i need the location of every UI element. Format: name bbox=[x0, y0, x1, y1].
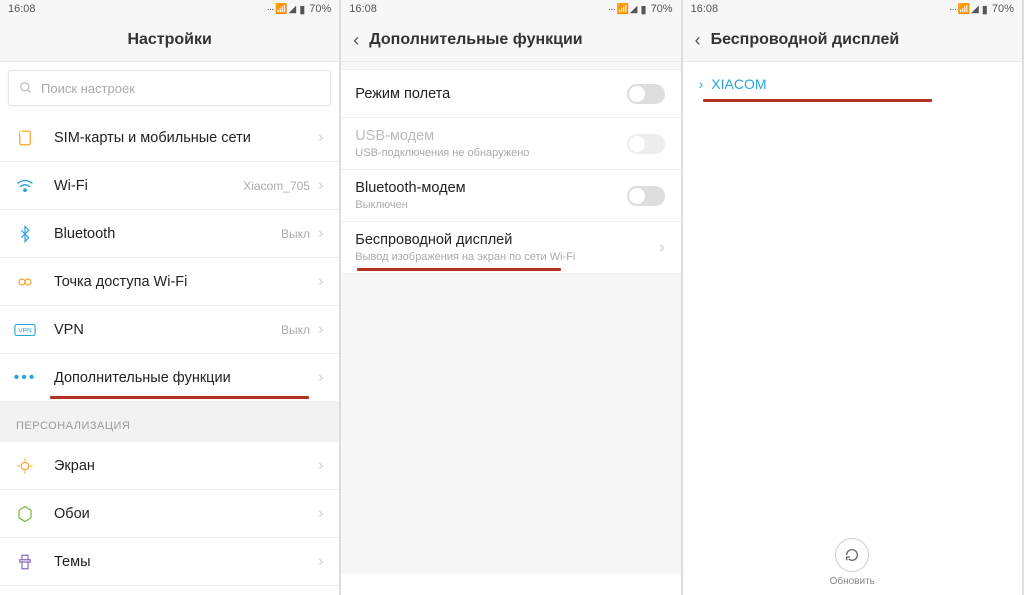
search-placeholder: Поиск настроек bbox=[41, 81, 135, 96]
refresh-icon bbox=[844, 547, 860, 563]
row-label: Экран bbox=[54, 458, 318, 474]
refresh-button[interactable] bbox=[835, 538, 869, 572]
chevron-right-icon: › bbox=[318, 129, 323, 147]
chevron-right-icon: › bbox=[318, 225, 323, 243]
row-value: Выкл bbox=[281, 323, 310, 337]
chevron-right-icon: › bbox=[318, 177, 323, 195]
row-wifi[interactable]: Wi-Fi Xiacom_705 › bbox=[0, 162, 339, 210]
chevron-right-icon: › bbox=[318, 457, 323, 475]
row-themes[interactable]: Темы › bbox=[0, 538, 339, 586]
refresh-label: Обновить bbox=[830, 576, 875, 587]
row-display[interactable]: Экран › bbox=[0, 442, 339, 490]
row-label: Точка доступа Wi-Fi bbox=[54, 274, 318, 290]
refresh-area: Обновить bbox=[683, 538, 1022, 587]
screen-settings: 16:08 ··· 📶 ◢ ▮ 70% Настройки Поиск наст… bbox=[0, 0, 341, 595]
row-bt-tether[interactable]: Bluetooth-модем Выключен bbox=[341, 170, 680, 222]
wallpaper-icon bbox=[14, 503, 36, 525]
back-button[interactable]: ‹ bbox=[353, 31, 359, 49]
screen-wireless-display: 16:08 ··· 📶 ◢ ▮ 70% ‹ Беспроводной диспл… bbox=[683, 0, 1024, 595]
more-icon: ••• bbox=[14, 367, 36, 389]
battery-pct: 70% bbox=[309, 3, 331, 15]
highlight-underline bbox=[50, 396, 309, 399]
page-title: Беспроводной дисплей bbox=[711, 31, 900, 49]
additional-list: Режим полета USB-модем USB-подключения н… bbox=[341, 70, 680, 595]
status-time: 16:08 bbox=[349, 3, 377, 15]
status-bar: 16:08 ··· 📶 ◢ ▮ 70% bbox=[0, 0, 339, 18]
row-label: VPN bbox=[54, 322, 281, 338]
row-label: Bluetooth bbox=[54, 226, 281, 242]
chevron-right-icon: › bbox=[318, 369, 323, 387]
row-usb-tether: USB-модем USB-подключения не обнаружено bbox=[341, 118, 680, 170]
bluetooth-icon bbox=[14, 223, 36, 245]
row-label: Wi-Fi bbox=[54, 178, 243, 194]
display-icon bbox=[14, 455, 36, 477]
row-value: Xiacom_705 bbox=[243, 179, 310, 193]
page-title: Дополнительные функции bbox=[369, 31, 582, 49]
status-time: 16:08 bbox=[8, 3, 36, 15]
row-more[interactable]: ••• Дополнительные функции › bbox=[0, 354, 339, 402]
row-label: Дополнительные функции bbox=[54, 370, 318, 386]
search-icon bbox=[19, 81, 33, 95]
row-value: Выкл bbox=[281, 227, 310, 241]
section-header: ПЕРСОНАЛИЗАЦИЯ bbox=[0, 402, 339, 442]
status-bar: 16:08 ··· 📶 ◢ ▮ 70% bbox=[341, 0, 680, 18]
vpn-icon: VPN bbox=[14, 319, 36, 341]
device-name: XIACOM bbox=[711, 76, 766, 92]
hotspot-icon bbox=[14, 271, 36, 293]
chevron-right-icon: › bbox=[659, 239, 664, 257]
row-sub: Выключен bbox=[355, 199, 626, 211]
signal-icons: ··· 📶 ◢ bbox=[949, 4, 978, 15]
row-bluetooth[interactable]: Bluetooth Выкл › bbox=[0, 210, 339, 258]
row-wireless-display[interactable]: Беспроводной дисплей Вывод изображения н… bbox=[341, 222, 680, 274]
toggle-bt[interactable] bbox=[627, 186, 665, 206]
battery-pct: 70% bbox=[992, 3, 1014, 15]
row-label: Bluetooth-модем bbox=[355, 180, 626, 196]
toggle-airplane[interactable] bbox=[627, 84, 665, 104]
row-sub: Вывод изображения на экран по сети Wi-Fi bbox=[355, 251, 659, 263]
row-label: Темы bbox=[54, 554, 318, 570]
device-list: › XIACOM bbox=[683, 62, 1022, 595]
battery-pct: 70% bbox=[651, 3, 673, 15]
row-label: Режим полета bbox=[355, 86, 626, 102]
row-vpn[interactable]: VPN VPN Выкл › bbox=[0, 306, 339, 354]
chevron-right-icon: › bbox=[318, 505, 323, 523]
row-label: SIM-карты и мобильные сети bbox=[54, 130, 318, 146]
row-label: Беспроводной дисплей bbox=[355, 232, 659, 248]
wifi-icon bbox=[14, 175, 36, 197]
chevron-right-icon: › bbox=[318, 321, 323, 339]
status-bar: 16:08 ··· 📶 ◢ ▮ 70% bbox=[683, 0, 1022, 18]
chevron-right-icon: › bbox=[699, 76, 704, 92]
battery-icon: ▮ bbox=[982, 3, 988, 16]
themes-icon bbox=[14, 551, 36, 573]
row-label: USB-модем bbox=[355, 128, 626, 144]
row-wallpaper[interactable]: Обои › bbox=[0, 490, 339, 538]
sim-icon bbox=[14, 127, 36, 149]
header: ‹ Беспроводной дисплей bbox=[683, 18, 1022, 62]
highlight-underline bbox=[703, 99, 932, 102]
settings-list: SIM-карты и мобильные сети › Wi-Fi Xiaco… bbox=[0, 114, 339, 595]
device-item[interactable]: › XIACOM bbox=[683, 62, 1022, 106]
screen-additional: 16:08 ··· 📶 ◢ ▮ 70% ‹ Дополнительные фун… bbox=[341, 0, 682, 595]
status-time: 16:08 bbox=[691, 3, 719, 15]
svg-text:VPN: VPN bbox=[18, 327, 32, 334]
back-button[interactable]: ‹ bbox=[695, 31, 701, 49]
page-title: Настройки bbox=[127, 31, 211, 49]
row-label: Обои bbox=[54, 506, 318, 522]
chevron-right-icon: › bbox=[318, 273, 323, 291]
row-sub: USB-подключения не обнаружено bbox=[355, 147, 626, 159]
header: ‹ Дополнительные функции bbox=[341, 18, 680, 62]
row-airplane[interactable]: Режим полета bbox=[341, 70, 680, 118]
signal-icons: ··· 📶 ◢ bbox=[608, 4, 637, 15]
header: Настройки bbox=[0, 18, 339, 62]
battery-icon: ▮ bbox=[641, 3, 647, 16]
toggle-usb bbox=[627, 134, 665, 154]
chevron-right-icon: › bbox=[318, 553, 323, 571]
search-input[interactable]: Поиск настроек bbox=[8, 70, 331, 106]
highlight-underline bbox=[357, 268, 560, 271]
signal-icons: ··· 📶 ◢ bbox=[267, 4, 296, 15]
battery-icon: ▮ bbox=[299, 3, 305, 16]
row-sim[interactable]: SIM-карты и мобильные сети › bbox=[0, 114, 339, 162]
row-hotspot[interactable]: Точка доступа Wi-Fi › bbox=[0, 258, 339, 306]
